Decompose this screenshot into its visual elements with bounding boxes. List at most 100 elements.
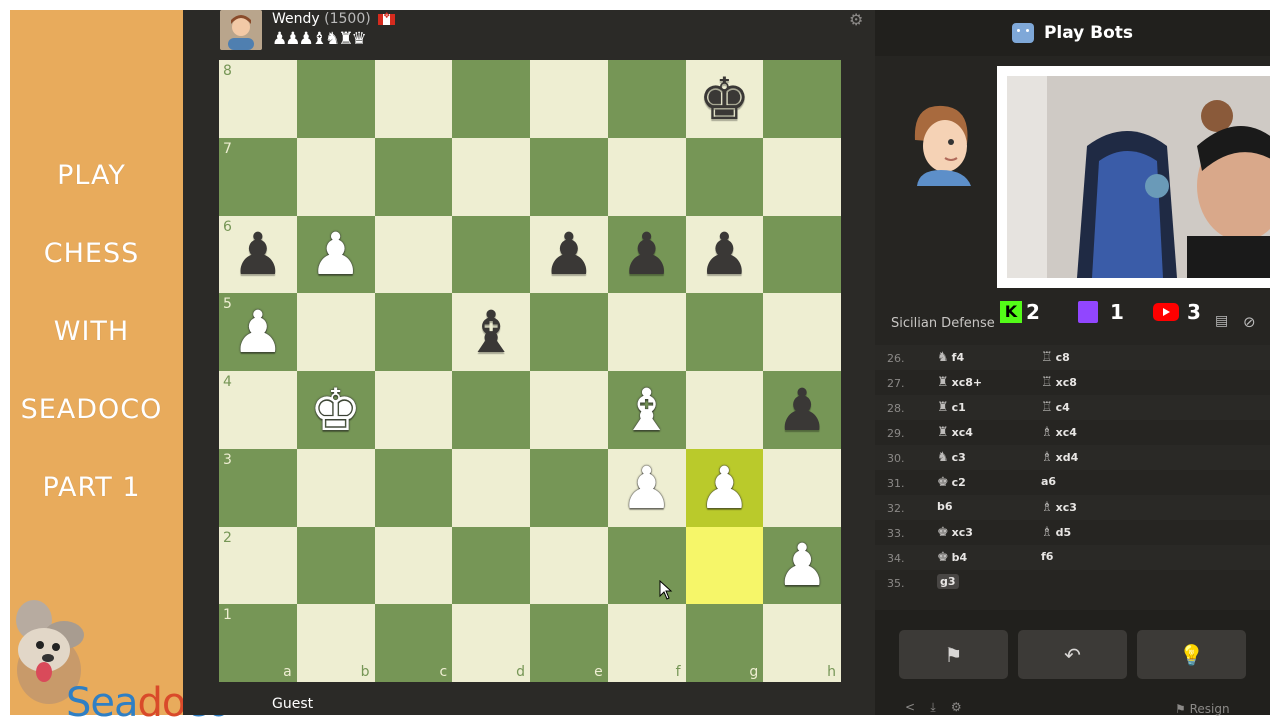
undo-button[interactable]: ↶ [1018,630,1127,679]
square-h3[interactable] [763,448,841,527]
square-c2[interactable] [374,526,453,605]
square-g2[interactable] [685,526,764,605]
square-g6[interactable]: ♟ [685,215,764,294]
square-c8[interactable] [374,60,453,138]
opponent-avatar[interactable] [220,10,262,50]
black-move[interactable]: a6 [1041,475,1056,488]
square-f1[interactable]: f [607,604,686,682]
white-piece-f4[interactable]: ♝ [621,381,673,439]
black-move[interactable]: ♗ xc4 [1041,425,1077,440]
bottom-links[interactable]: < ⤓ ⚙ [905,700,962,715]
square-f7[interactable] [607,137,686,216]
square-d5[interactable]: ♝ [452,293,530,371]
square-g4[interactable] [685,371,764,449]
hint-button[interactable]: 💡 [1137,630,1246,679]
white-move[interactable]: ♜ c1 [937,400,966,415]
square-b7[interactable] [296,137,375,216]
square-b1[interactable]: b [296,604,375,682]
square-h7[interactable] [763,137,841,216]
square-a3[interactable]: 3 [219,448,297,527]
black-move[interactable]: ♖ xc8 [1041,375,1077,390]
square-h6[interactable] [763,215,841,294]
square-g7[interactable] [685,137,764,216]
black-piece-f6[interactable]: ♟ [621,225,673,283]
square-h1[interactable]: h [763,604,841,682]
book-icon[interactable]: ▤ [1215,313,1228,329]
square-e5[interactable] [530,293,608,371]
black-piece-d5[interactable]: ♝ [465,303,517,361]
square-e7[interactable] [530,137,608,216]
square-b3[interactable] [296,448,375,527]
settings-icon[interactable]: ⚙ [951,700,962,714]
square-a8[interactable]: 8 [219,60,297,138]
chess-board[interactable]: 8 ♚ 7 6 ♟ ♟ ♟ ♟ ♟ 5 ♟ ♝ 4 ♚ ♝ ♟ 3 ♟ ♟ 2 ♟ 1 a b c d e f g h [219,60,841,682]
white-piece-f3[interactable]: ♟ [621,459,673,517]
black-move[interactable]: ♖ c8 [1041,350,1070,365]
square-e6[interactable]: ♟ [530,215,608,294]
square-f4[interactable]: ♝ [607,371,686,449]
square-f8[interactable] [607,60,686,138]
resign-button[interactable]: ⚑ Resign [1175,702,1230,716]
white-move[interactable]: ♞ f4 [937,350,964,365]
square-f5[interactable] [607,293,686,371]
black-piece-h4[interactable]: ♟ [776,381,828,439]
square-d1[interactable]: d [452,604,530,682]
square-c3[interactable] [374,448,453,527]
square-g5[interactable] [685,293,764,371]
square-c1[interactable]: c [374,604,453,682]
square-b4[interactable]: ♚ [296,371,375,449]
square-h2[interactable]: ♟ [763,526,841,605]
square-d8[interactable] [452,60,530,138]
square-b6[interactable]: ♟ [296,215,375,294]
square-h5[interactable] [763,293,841,371]
square-c4[interactable] [374,371,453,449]
white-piece-h2[interactable]: ♟ [776,536,828,594]
square-f6[interactable]: ♟ [607,215,686,294]
square-f2[interactable] [607,526,686,605]
white-move[interactable]: ♚ c2 [937,475,966,490]
black-move[interactable]: f6 [1041,550,1053,563]
square-c6[interactable] [374,215,453,294]
black-piece-g8[interactable]: ♚ [698,70,750,128]
square-h4[interactable]: ♟ [763,371,841,449]
square-g8[interactable]: ♚ [685,60,764,138]
square-c7[interactable] [374,137,453,216]
square-g3[interactable]: ♟ [685,448,764,527]
square-g1[interactable]: g [685,604,764,682]
square-b8[interactable] [296,60,375,138]
flag-button[interactable]: ⚑ [899,630,1008,679]
square-f3[interactable]: ♟ [607,448,686,527]
square-b2[interactable] [296,526,375,605]
white-move[interactable]: b6 [937,500,953,513]
square-e8[interactable] [530,60,608,138]
black-move[interactable]: ♗ xc3 [1041,500,1077,515]
opponent-name[interactable]: Wendy (1500) [272,11,396,27]
black-move[interactable]: ♖ c4 [1041,400,1070,415]
square-d6[interactable] [452,215,530,294]
square-a4[interactable]: 4 [219,371,297,449]
white-move[interactable]: ♞ c3 [937,450,966,465]
square-b5[interactable] [296,293,375,371]
white-move[interactable]: ♚ xc3 [937,525,973,540]
white-move[interactable]: ♚ b4 [937,550,967,565]
gear-icon[interactable]: ⚙ [849,10,863,29]
bottom-player-name[interactable]: Guest [272,696,313,712]
black-piece-g6[interactable]: ♟ [698,225,750,283]
white-piece-a5[interactable]: ♟ [232,303,284,361]
white-move[interactable]: ♜ xc4 [937,425,973,440]
square-d3[interactable] [452,448,530,527]
white-move[interactable]: g3 [937,574,959,589]
square-d7[interactable] [452,137,530,216]
black-move[interactable]: ♗ xd4 [1041,450,1078,465]
square-a7[interactable]: 7 [219,137,297,216]
black-piece-e6[interactable]: ♟ [543,225,595,283]
square-a5[interactable]: 5 ♟ [219,293,297,371]
white-piece-b6[interactable]: ♟ [310,225,362,283]
square-a2[interactable]: 2 [219,526,297,605]
square-e4[interactable] [530,371,608,449]
square-e2[interactable] [530,526,608,605]
square-e1[interactable]: e [530,604,608,682]
white-move[interactable]: ♜ xc8+ [937,375,982,390]
square-a1[interactable]: 1a [219,604,297,682]
download-icon[interactable]: ⤓ [930,700,935,714]
